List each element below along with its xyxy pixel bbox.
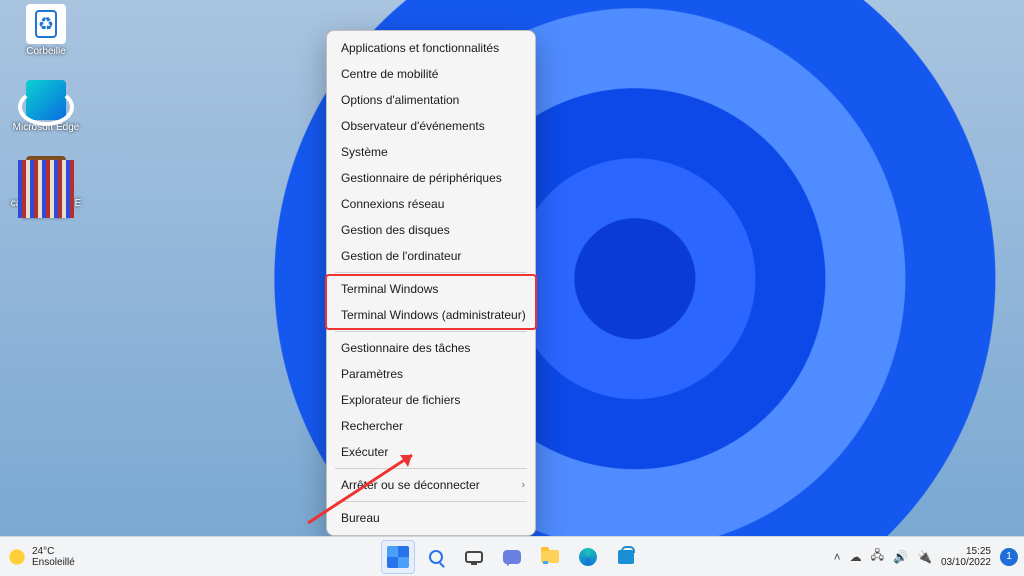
network-icon[interactable]: 🖧: [871, 546, 884, 567]
chevron-up-icon[interactable]: ˄: [834, 550, 841, 564]
search-icon: [429, 550, 443, 564]
menu-separator: [335, 501, 527, 502]
taskbar-right: ˄ ☁ 🖧 🔊 🔌 15:25 03/10/2022 1: [834, 546, 1018, 568]
winx-item[interactable]: Paramètres: [327, 361, 535, 387]
clock-date: 03/10/2022: [941, 557, 991, 568]
winx-item[interactable]: Gestion de l'ordinateur: [327, 243, 535, 269]
desktop-icon-recycle-bin[interactable]: Corbeille: [10, 4, 82, 58]
winx-item[interactable]: Options d'alimentation: [327, 87, 535, 113]
system-tray: ˄ ☁ 🖧 🔊 🔌: [834, 546, 932, 567]
winx-item[interactable]: Exécuter: [327, 439, 535, 465]
taskbar-weather[interactable]: 24°C Ensoleillé: [8, 546, 75, 568]
taskbar-explorer-button[interactable]: [533, 540, 567, 574]
weather-cond: Ensoleillé: [32, 557, 75, 568]
winx-item[interactable]: Gestion des disques: [327, 217, 535, 243]
menu-separator: [335, 272, 527, 273]
taskbar-center: [381, 540, 643, 574]
winx-item[interactable]: Système: [327, 139, 535, 165]
store-icon: [618, 550, 634, 564]
volume-icon[interactable]: 🔊: [893, 550, 908, 564]
winx-item[interactable]: Centre de mobilité: [327, 61, 535, 87]
chat-icon: [503, 550, 521, 564]
taskbar-chat-button[interactable]: [495, 540, 529, 574]
winx-item[interactable]: Bureau: [327, 505, 535, 531]
taskbar: 24°C Ensoleillé ˄ ☁ 🖧 🔊 🔌 15:25 03/10/20…: [0, 536, 1024, 576]
winx-context-menu: Applications et fonctionnalitésCentre de…: [326, 30, 536, 536]
winx-item[interactable]: Observateur d'événements: [327, 113, 535, 139]
calibre-icon: [26, 156, 66, 196]
winx-item[interactable]: Rechercher: [327, 413, 535, 439]
winx-item[interactable]: Gestionnaire de périphériques: [327, 165, 535, 191]
weather-temp: 24°C: [32, 546, 75, 557]
taskbar-clock[interactable]: 15:25 03/10/2022: [941, 546, 991, 568]
taskbar-edge-button[interactable]: [571, 540, 605, 574]
chevron-right-icon: ›: [522, 480, 525, 491]
edge-icon: [26, 80, 66, 120]
winx-item[interactable]: Arrêter ou se déconnecter›: [327, 472, 535, 498]
taskbar-start-button[interactable]: [381, 540, 415, 574]
winx-item[interactable]: Gestionnaire des tâches: [327, 335, 535, 361]
desktop-icon-calibre[interactable]: calibre 64Bit - E Book ma...: [10, 156, 82, 222]
weather-sun-icon: [8, 548, 26, 566]
winx-item[interactable]: Connexions réseau: [327, 191, 535, 217]
taskbar-search-button[interactable]: [419, 540, 453, 574]
clock-time: 15:25: [941, 546, 991, 557]
winx-item[interactable]: Applications et fonctionnalités: [327, 35, 535, 61]
weather-text: 24°C Ensoleillé: [32, 546, 75, 568]
edge-icon: [579, 548, 597, 566]
notifications-button[interactable]: 1: [1000, 548, 1018, 566]
power-icon[interactable]: 🔌: [917, 550, 932, 564]
desktop-icon-label: Corbeille: [10, 46, 82, 58]
recycle-bin-icon: [26, 4, 66, 44]
taskbar-store-button[interactable]: [609, 540, 643, 574]
desktop-wallpaper[interactable]: Corbeille Microsoft Edge calibre 64Bit -…: [0, 0, 1024, 536]
desktop-icon-edge[interactable]: Microsoft Edge: [10, 80, 82, 134]
menu-separator: [335, 468, 527, 469]
winx-item[interactable]: Terminal Windows: [327, 276, 535, 302]
menu-separator: [335, 331, 527, 332]
onedrive-icon[interactable]: ☁: [850, 550, 862, 564]
explorer-icon: [541, 550, 559, 563]
winx-item[interactable]: Explorateur de fichiers: [327, 387, 535, 413]
start-icon: [387, 546, 409, 568]
taskview-icon: [465, 551, 483, 563]
winx-item[interactable]: Terminal Windows (administrateur): [327, 302, 535, 328]
taskbar-taskview-button[interactable]: [457, 540, 491, 574]
